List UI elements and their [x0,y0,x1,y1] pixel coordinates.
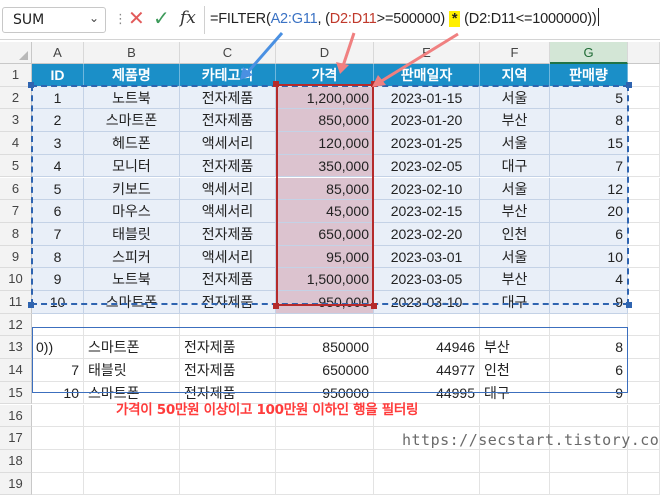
blue-arrow-icon [245,32,284,74]
row-header[interactable]: 19 [0,472,32,495]
red-arrowhead-icon [336,62,349,74]
empty-cell[interactable] [84,472,180,495]
annotation-arrows [240,32,459,87]
empty-cell[interactable] [276,472,374,495]
watermark-text: https://secstart.tistory.com [402,431,660,449]
empty-cell[interactable] [550,472,628,495]
empty-cell[interactable] [32,472,84,495]
empty-cell[interactable] [374,472,480,495]
red-arrow-icon [379,32,459,84]
empty-cell[interactable] [628,472,660,495]
empty-cell[interactable] [180,472,276,495]
red-arrow-icon [341,32,356,67]
filter-explanation-note: 가격이 50만원 이상이고 100만원 이하인 행을 필터링 [116,402,419,418]
empty-cell[interactable] [480,472,550,495]
